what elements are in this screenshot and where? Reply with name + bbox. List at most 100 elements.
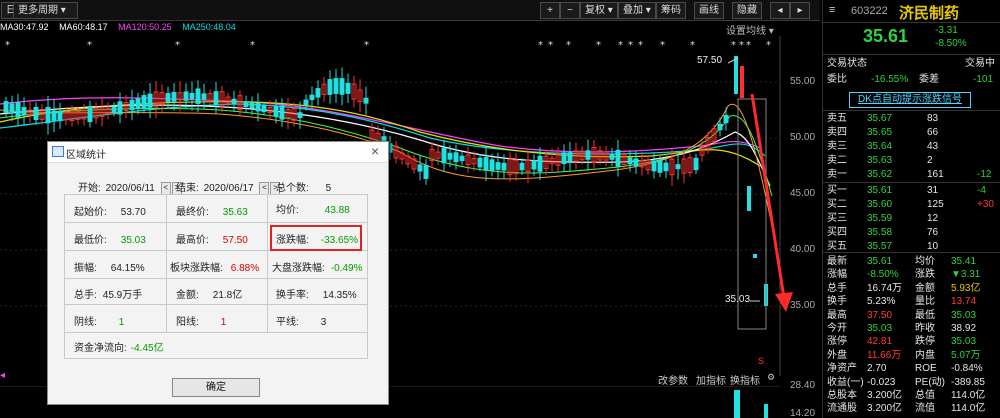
start-label: 开始:	[78, 183, 101, 194]
start-date[interactable]: 2020/06/11	[104, 183, 157, 194]
diejia-dropdown[interactable]: 叠加 ▾	[618, 2, 656, 19]
stock-name: 济民制药	[899, 5, 960, 22]
scroll-left-icon[interactable]: ◂	[0, 370, 5, 381]
dk-signal-link[interactable]: DK点自动提示涨跌信号	[849, 92, 971, 108]
quote-label: 最新	[827, 256, 847, 267]
bid-row[interactable]: 买二 35.60 125 +30	[827, 198, 999, 212]
menu-icon[interactable]: ≡	[829, 4, 835, 16]
quote-label: 换手	[827, 296, 847, 308]
quote-label: 外盘	[827, 349, 847, 361]
svg-text:*: *	[618, 40, 623, 51]
candle-body	[147, 93, 153, 108]
quote-value: 114.0亿	[951, 403, 986, 415]
level-volume: 125	[927, 199, 944, 210]
vol-value: 45.9万手	[102, 290, 143, 301]
quote-value: -389.85	[951, 376, 985, 388]
level-volume: 31	[927, 185, 939, 196]
bid-row[interactable]: 买四 35.58 76	[827, 226, 999, 240]
quote-row: 今开 35.03 昨收 38.92	[827, 322, 999, 336]
ask-row[interactable]: 卖一 35.62 161 -12	[827, 168, 999, 182]
svg-text:*: *	[638, 40, 643, 51]
candle-body	[615, 149, 621, 167]
level-label: 卖三	[827, 141, 847, 152]
level-price: 35.61	[867, 185, 893, 196]
quote-row: 最新 35.61 均价 35.41	[827, 255, 999, 269]
change-params-button[interactable]: 改参数	[658, 372, 688, 387]
chevron-down-icon: ▾	[60, 5, 66, 16]
start-field: 开始: 2020/06/11 < >	[78, 179, 182, 195]
candle-body	[339, 78, 345, 95]
level-volume: 12	[927, 213, 939, 224]
add-indicator-button[interactable]: 加指标	[696, 372, 726, 387]
ask-row[interactable]: 卖四 35.65 66	[827, 126, 999, 140]
candle-body	[453, 152, 459, 163]
chg-value: -33.65%	[320, 235, 359, 246]
level-change: -4	[977, 185, 986, 196]
huaxian-button[interactable]: 画线	[694, 2, 724, 19]
candle-body	[45, 106, 51, 124]
ask-row[interactable]: 卖三 35.64 43	[827, 140, 999, 154]
dialog-titlebar: 区域统计 ×	[48, 142, 388, 163]
candle-body	[309, 94, 315, 100]
quote-label: 流值	[915, 403, 935, 415]
zoom-out-button[interactable]: −	[560, 2, 580, 19]
open-value: 53.70	[120, 207, 146, 218]
price-tick-40: 40.00	[790, 244, 816, 255]
event-marker-icon[interactable]: S	[758, 356, 764, 366]
price-tick-55: 55.00	[790, 76, 816, 87]
chevron-down-icon: ▾	[645, 5, 651, 16]
candle-body	[531, 160, 537, 170]
candle-body	[459, 155, 465, 162]
chevron-down-icon: ▾	[607, 5, 613, 16]
candle-body	[3, 101, 9, 113]
end-date[interactable]: 2020/06/17	[202, 183, 256, 194]
ask-row[interactable]: 卖五 35.67 83	[827, 112, 999, 126]
level-label: 买三	[827, 213, 847, 224]
count-field: 总个数: 5	[276, 179, 331, 194]
more-period-dropdown[interactable]: 更多周期 ▾	[13, 2, 78, 19]
ok-button[interactable]: 确定	[172, 378, 260, 397]
arrow-right-icon[interactable]: ▸	[790, 2, 810, 19]
level-price: 35.64	[867, 141, 893, 152]
ma-settings-button[interactable]: 设置均线 ▾	[726, 22, 774, 37]
quote-value: 35.03	[867, 323, 893, 334]
svg-text:*: *	[175, 40, 180, 51]
candle-body	[489, 159, 495, 171]
bid-row[interactable]: 买一 35.61 31 -4	[827, 184, 999, 198]
candle-body	[33, 106, 39, 121]
start-prev-icon[interactable]: <	[160, 181, 171, 195]
fuquan-dropdown[interactable]: 复权 ▾	[580, 2, 618, 19]
ask-row[interactable]: 卖二 35.63 2	[827, 154, 999, 168]
chg-label: 涨跌幅:	[276, 235, 309, 246]
close-icon[interactable]: ×	[371, 143, 379, 159]
quote-value: 2.70	[867, 363, 887, 375]
candle-body	[249, 102, 255, 109]
zoom-in-button[interactable]: +	[540, 2, 560, 19]
avg-label: 均价:	[276, 205, 299, 216]
sector-value: 6.88%	[230, 263, 260, 274]
signal-markers: * * * * * * * * * * * * * * * * * *	[5, 40, 771, 51]
amp-value: 64.15%	[110, 263, 145, 274]
final-value: 35.63	[222, 207, 248, 218]
trade-status-row: 交易状态 交易中	[827, 57, 999, 71]
quote-label: 量比	[915, 296, 935, 308]
end-field: 结束: 2020/06/17 < >	[176, 179, 281, 195]
bid-row[interactable]: 买三 35.59 12	[827, 212, 999, 226]
level-label: 买二	[827, 199, 847, 210]
flat-value: 3	[320, 317, 327, 328]
chouma-button[interactable]: 筹码	[656, 2, 686, 19]
up-value: 1	[220, 317, 227, 328]
candle-body	[627, 157, 633, 165]
candle-body	[261, 105, 267, 113]
quote-value: 3.200亿	[867, 390, 903, 401]
swap-indicator-button[interactable]: 换指标	[730, 372, 760, 387]
arrow-left-icon[interactable]: ◂	[770, 2, 790, 19]
quote-label: 今开	[827, 323, 847, 334]
end-prev-icon[interactable]: <	[259, 181, 270, 195]
trade-status-label: 交易状态	[827, 58, 867, 69]
settings-icon[interactable]: ⚙	[767, 372, 775, 383]
level-label: 买一	[827, 185, 847, 196]
yincang-button[interactable]: 隐藏	[732, 2, 762, 19]
quote-value: 35.41	[951, 256, 977, 267]
quote-label: 金额	[915, 282, 935, 294]
